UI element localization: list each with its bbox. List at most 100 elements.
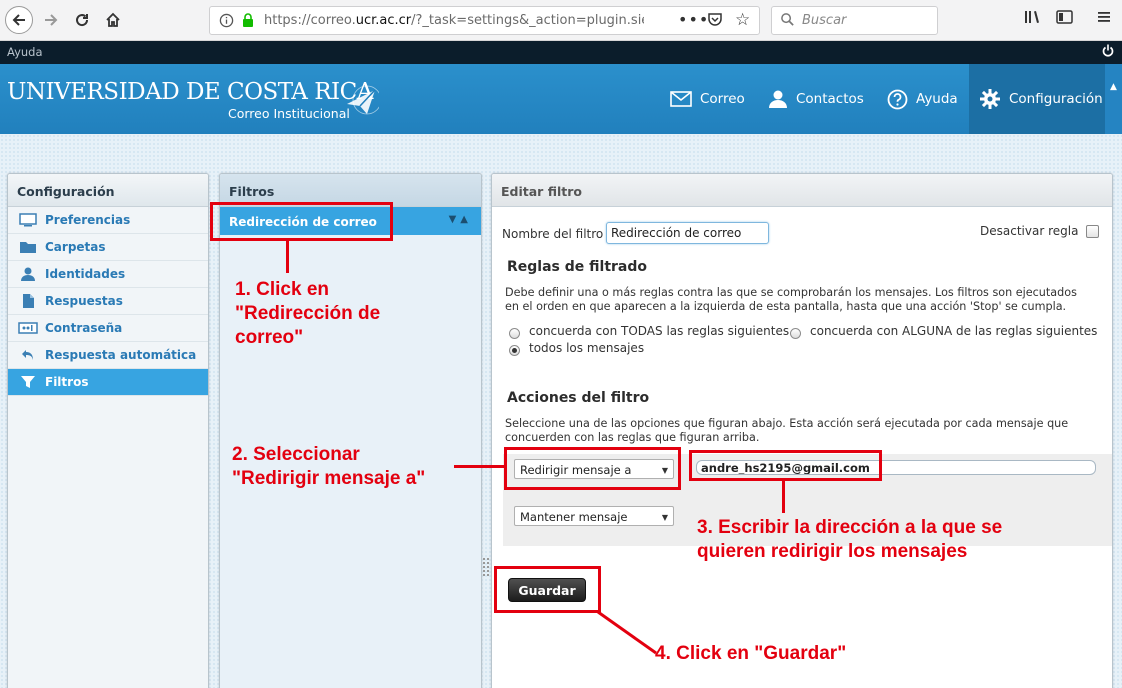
password-icon <box>17 322 39 334</box>
settings-item-label: Identidades <box>45 267 126 281</box>
logo-subtitle: Correo Institucional <box>228 106 350 121</box>
envelope-logo-icon <box>345 84 382 121</box>
bookmark-star-icon[interactable]: ☆ <box>735 10 750 30</box>
envelope-icon <box>670 91 692 107</box>
search-bar[interactable]: Buscar <box>771 6 938 35</box>
rules-heading: Reglas de filtrado <box>507 259 647 275</box>
arrow-left-icon <box>12 14 25 26</box>
annotation-step-3: 3. Escribir la dirección a la que se qui… <box>697 517 1003 562</box>
reply-icon <box>17 348 39 362</box>
action2-type-select[interactable]: Mantener mensaje ▼ <box>514 506 674 526</box>
top-line: Ayuda <box>0 41 1122 64</box>
annotation-step-2: 2. Seleccionar "Redirigir mensaje a" <box>232 444 426 489</box>
settings-item-label: Respuestas <box>45 294 123 308</box>
sidebar-icon[interactable] <box>1056 9 1073 29</box>
edit-filter-title: Editar filtro <box>492 174 1112 207</box>
logo-text: UNIVERSIDAD DE COSTA RICA <box>7 79 373 105</box>
reload-button[interactable] <box>68 6 96 34</box>
settings-item-label: Filtros <box>45 375 89 389</box>
document-icon <box>17 293 39 309</box>
disable-rule-checkbox[interactable] <box>1086 225 1099 238</box>
actions-description-line: Seleccione una de las opciones que figur… <box>505 417 1069 430</box>
actions-description: Seleccione una de las opciones que figur… <box>505 417 1068 445</box>
annotation-step-4: 4. Click en "Guardar" <box>655 643 847 664</box>
radio-all-rules-label: concuerda con TODAS las reglas siguiente… <box>529 324 790 338</box>
settings-panel: Configuración Preferencias Carpetas Iden… <box>7 173 209 688</box>
annotation-line-3 <box>782 481 785 513</box>
person-icon <box>768 89 788 109</box>
home-button[interactable] <box>99 6 127 34</box>
address-bar[interactable]: https://correo.ucr.ac.cr/?_task=settings… <box>209 6 760 35</box>
annotation-box-address <box>689 450 882 481</box>
move-up-icon[interactable]: ▲ <box>460 214 472 225</box>
nav-correo-label: Correo <box>700 91 745 107</box>
back-button[interactable] <box>5 6 33 34</box>
settings-item-respuestas[interactable]: Respuestas <box>8 288 208 315</box>
panel-splitter[interactable] <box>483 558 489 576</box>
nav-contactos[interactable]: Contactos <box>768 64 864 134</box>
forward-button[interactable] <box>37 6 65 34</box>
logout-icon[interactable] <box>1102 44 1114 61</box>
nav-correo[interactable]: Correo <box>670 64 745 134</box>
annotation-box-save <box>494 566 601 613</box>
nav-ayuda[interactable]: Ayuda <box>887 64 958 134</box>
rules-description-line: Debe definir una o más reglas contra las… <box>505 286 1077 299</box>
user-icon <box>17 266 39 282</box>
radio-any-rule[interactable] <box>790 328 801 339</box>
settings-item-label: Contraseña <box>45 321 123 335</box>
annotation-step-1: 1. Click en "Redirección de correo" <box>235 279 381 348</box>
radio-all-messages[interactable] <box>509 345 520 356</box>
settings-title: Configuración <box>8 174 208 207</box>
settings-item-identidades[interactable]: Identidades <box>8 261 208 288</box>
annotation-line-4 <box>597 610 657 655</box>
settings-item-filtros[interactable]: Filtros <box>8 369 208 396</box>
browser-toolbar: https://correo.ucr.ac.cr/?_task=settings… <box>0 0 1122 41</box>
nav-scroll-button[interactable]: ▲ <box>1105 64 1122 134</box>
search-placeholder: Buscar <box>802 13 847 28</box>
filter-order-arrows[interactable]: ▼▲ <box>449 214 472 225</box>
settings-item-carpetas[interactable]: Carpetas <box>8 234 208 261</box>
action2-type-value: Mantener mensaje <box>520 510 628 524</box>
folder-icon <box>17 240 39 254</box>
rules-description-line: en el orden en que aparecen a la izquier… <box>505 300 1067 313</box>
question-icon <box>887 89 908 110</box>
radio-any-rule-label: concuerda con ALGUNA de las reglas sigui… <box>810 324 1098 338</box>
chevron-down-icon: ▼ <box>661 513 668 522</box>
reload-icon <box>76 14 89 27</box>
move-down-icon[interactable]: ▼ <box>449 214 461 225</box>
annotation-line-1 <box>286 241 289 273</box>
radio-all-rules[interactable] <box>509 328 520 339</box>
annotation-line-2 <box>454 465 504 468</box>
page-actions-button[interactable]: ••• <box>678 10 709 29</box>
settings-item-label: Preferencias <box>45 213 131 227</box>
nav-ayuda-label: Ayuda <box>916 91 958 107</box>
nav-contactos-label: Contactos <box>796 91 864 107</box>
settings-item-preferencias[interactable]: Preferencias <box>8 207 208 234</box>
pocket-icon[interactable] <box>707 11 723 30</box>
url-text[interactable]: https://correo.ucr.ac.cr/?_task=settings… <box>264 13 644 28</box>
annotation-box-select <box>504 447 681 490</box>
library-icon[interactable] <box>1024 9 1042 29</box>
rules-description: Debe definir una o más reglas contra las… <box>505 286 1077 314</box>
monitor-icon <box>17 213 39 227</box>
search-icon <box>780 12 795 30</box>
lock-icon[interactable] <box>242 13 254 31</box>
gear-icon <box>979 88 1001 110</box>
help-link[interactable]: Ayuda <box>7 45 43 59</box>
home-icon <box>106 12 120 27</box>
filter-icon <box>17 374 39 390</box>
radio-all-messages-label: todos los mensajes <box>529 341 645 355</box>
settings-item-contrasena[interactable]: Contraseña <box>8 315 208 342</box>
nav-configuracion-label: Configuración <box>1009 91 1103 107</box>
actions-description-line: concuerden con las reglas que figuran ar… <box>505 431 760 444</box>
info-icon[interactable] <box>219 13 234 31</box>
menu-icon[interactable] <box>1096 9 1112 29</box>
settings-item-label: Respuesta automática <box>45 348 197 362</box>
filter-name-input[interactable] <box>606 222 769 244</box>
nav-configuracion[interactable]: Configuración <box>969 64 1105 134</box>
arrow-right-icon <box>45 14 58 26</box>
annotation-box-filter <box>210 202 393 241</box>
settings-item-respuesta-automatica[interactable]: Respuesta automática <box>8 342 208 369</box>
filters-panel: Filtros Redirección de correo ▼▲ <box>219 173 482 688</box>
filter-name-label: Nombre del filtro <box>502 227 604 241</box>
